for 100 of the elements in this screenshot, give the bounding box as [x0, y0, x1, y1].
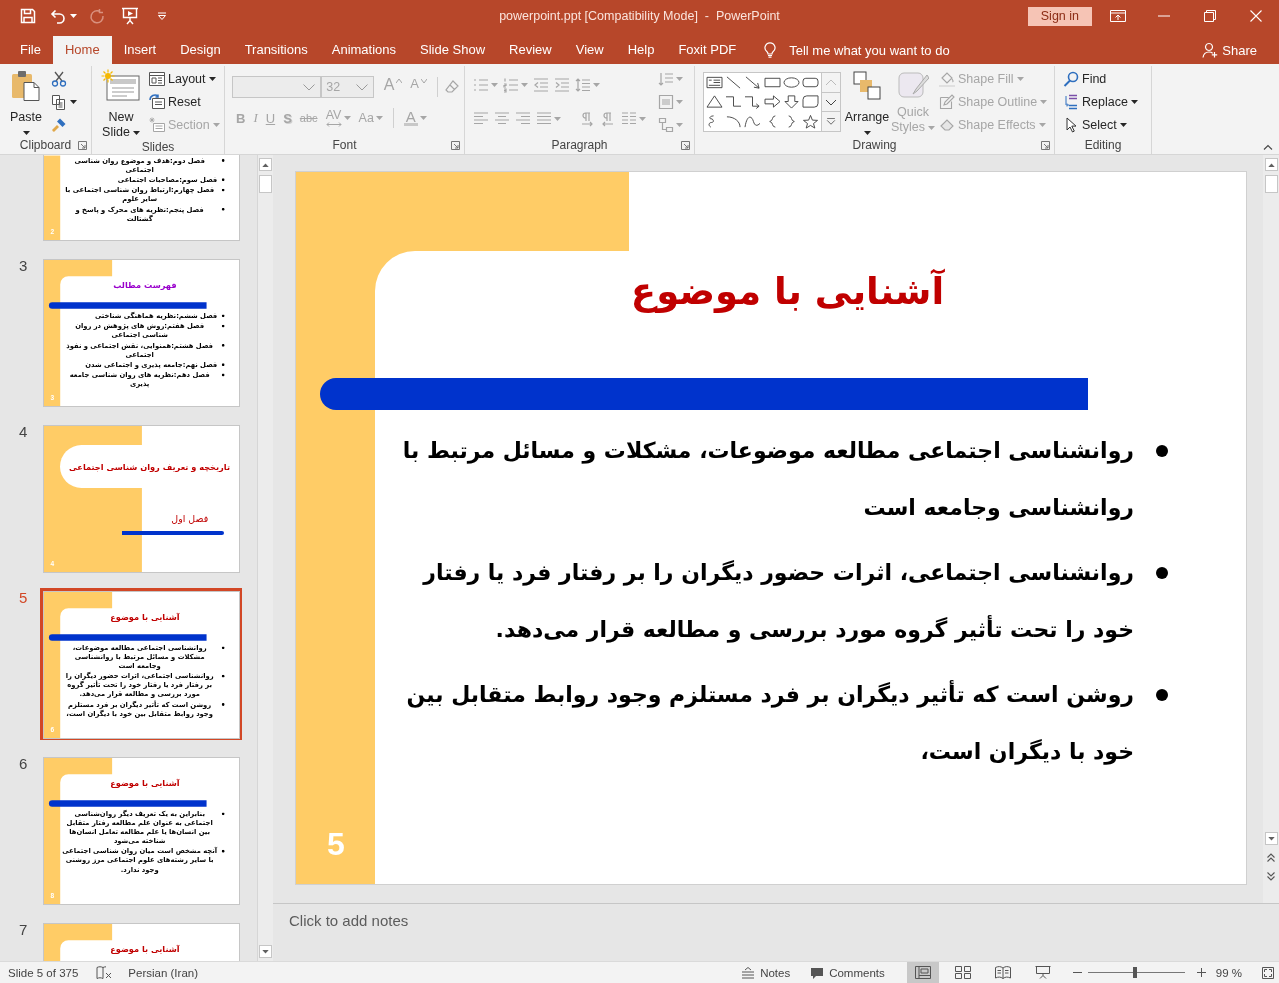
- oval-shape-icon[interactable]: [781, 75, 801, 91]
- caret-icon: [343, 116, 351, 120]
- reset-button[interactable]: Reset: [147, 90, 222, 113]
- copy-icon[interactable]: [51, 93, 67, 110]
- bullet-icon: [221, 314, 225, 318]
- speech-bubble-icon: [810, 966, 825, 979]
- down-arrow-shape-icon[interactable]: [781, 94, 801, 110]
- undo-icon[interactable]: [50, 8, 66, 24]
- ribbon-tab[interactable]: Review: [497, 36, 564, 64]
- caret-icon: [928, 125, 936, 130]
- scroll-up-icon[interactable]: [1267, 162, 1275, 167]
- flowchart-shape-icon[interactable]: [800, 94, 820, 110]
- ribbon-tab[interactable]: Home: [52, 36, 112, 64]
- triangle-shape-icon[interactable]: [705, 94, 725, 110]
- slide-title: تاریخچه و تعریف روان شناسی اجتماعی: [69, 461, 230, 472]
- ribbon-tab[interactable]: File: [8, 36, 53, 64]
- ribbon-tab[interactable]: View: [563, 36, 616, 64]
- zoom-level-button[interactable]: 99 %: [1215, 962, 1242, 983]
- arrow-line-shape-icon[interactable]: [743, 75, 763, 91]
- right-arrow-shape-icon[interactable]: [762, 94, 782, 110]
- proofing-icon[interactable]: [96, 965, 113, 980]
- caret-icon: [491, 83, 498, 87]
- restore-icon[interactable]: [1204, 10, 1216, 22]
- scroll-down-icon[interactable]: [262, 949, 269, 954]
- find-button[interactable]: Find: [1061, 67, 1140, 90]
- collapse-ribbon-icon[interactable]: [1263, 144, 1273, 150]
- caret-icon: [554, 117, 561, 121]
- next-slide-icon[interactable]: [1267, 871, 1275, 881]
- select-button[interactable]: Select: [1061, 113, 1140, 136]
- dialog-launcher-icon[interactable]: [78, 141, 87, 150]
- window-title: powerpoint.ppt [Compatibility Mode] - PowerPoint: [499, 9, 780, 23]
- ribbon-display-icon[interactable]: [1110, 10, 1126, 22]
- slide-number-label: 3: [19, 257, 28, 275]
- notes-button[interactable]: Notes: [741, 962, 791, 983]
- reset-icon: [149, 93, 165, 110]
- paintbrush-icon[interactable]: [51, 116, 67, 133]
- slide-thumbnail[interactable]: [40, 256, 242, 408]
- comments-button[interactable]: Comments: [810, 962, 885, 983]
- bullet-icon: [221, 703, 225, 706]
- scrollbar-thumb[interactable]: [259, 175, 272, 193]
- view-button[interactable]: [906, 962, 939, 983]
- dialog-launcher-icon[interactable]: [681, 141, 690, 150]
- scroll-up-icon[interactable]: [262, 162, 269, 167]
- group-label: Clipboard: [19, 138, 72, 152]
- slide-thumbnail[interactable]: [40, 754, 242, 906]
- ribbon-tab[interactable]: Slide Show: [408, 36, 498, 64]
- group-label: Slides: [141, 140, 175, 154]
- star-shape-icon[interactable]: [800, 113, 820, 129]
- zoom-in-icon[interactable]: [1196, 968, 1206, 977]
- bullet-text: روانشناسی اجتماعی مطالعه موضوعات، مشکلات و مسائل مرتبط با روانشناسی وجامعه است: [401, 437, 1134, 523]
- scroll-down-icon[interactable]: [825, 98, 837, 106]
- caret-icon: [419, 116, 427, 120]
- ribbon-tab[interactable]: Insert: [111, 36, 169, 64]
- scrollbar-thumb[interactable]: [1264, 175, 1278, 193]
- fit-to-window-icon[interactable]: [1262, 966, 1274, 979]
- caret-up-icon: [396, 79, 403, 83]
- share-button[interactable]: Share: [1202, 36, 1257, 64]
- slide-subtitle: فصل اول: [171, 512, 209, 526]
- group-label: Editing: [1084, 138, 1122, 152]
- scrollbar[interactable]: [257, 155, 273, 961]
- language-indicator[interactable]: Persian (Iran): [128, 966, 198, 979]
- scroll-down-icon[interactable]: [1267, 836, 1275, 841]
- customize-caret-icon[interactable]: [157, 12, 167, 20]
- scrollbar[interactable]: [1263, 155, 1279, 903]
- slide-thumbnail[interactable]: آشنایی با موضوع: [40, 920, 242, 961]
- dialog-launcher-icon[interactable]: [451, 141, 460, 150]
- caret-icon: [22, 131, 30, 135]
- elbow-connector-shape-icon[interactable]: [724, 94, 744, 110]
- slide-thumbnail[interactable]: [40, 588, 242, 740]
- arc-shape-icon[interactable]: [724, 113, 744, 129]
- slide-number-label: 4: [19, 423, 28, 441]
- text-box-shape-icon[interactable]: [705, 75, 725, 91]
- new-slide-button[interactable]: New Slide: [98, 67, 144, 140]
- dialog-launcher-icon[interactable]: [1041, 141, 1050, 150]
- quick-styles-icon: [897, 69, 929, 101]
- more-shapes-icon[interactable]: [825, 118, 837, 126]
- ribbon-tab[interactable]: Foxit PDF: [666, 36, 749, 64]
- zoom-slider-thumb[interactable]: [1133, 967, 1138, 978]
- scissors-icon[interactable]: [51, 70, 67, 87]
- replace-button[interactable]: Replace: [1061, 90, 1140, 113]
- layout-button[interactable]: Layout: [147, 67, 222, 90]
- sign-in-button[interactable]: Sign in: [1027, 6, 1092, 26]
- presentation-icon[interactable]: [121, 7, 139, 25]
- paste-button[interactable]: Paste: [6, 67, 46, 138]
- ribbon-tab[interactable]: Animations: [319, 36, 409, 64]
- slide-number-label: 6: [19, 755, 28, 773]
- previous-slide-icon[interactable]: [1267, 852, 1275, 862]
- bullet-icon: [221, 363, 225, 367]
- ribbon-tab[interactable]: Design: [168, 36, 233, 64]
- lightbulb-icon[interactable]: [764, 42, 777, 58]
- bullet-icon: [221, 178, 225, 182]
- ribbon-tab[interactable]: Transitions: [232, 36, 320, 64]
- close-icon[interactable]: [1250, 10, 1262, 22]
- bullet-icon: [221, 849, 225, 853]
- arrange-button[interactable]: Arrange: [845, 67, 889, 138]
- curve-shape-icon[interactable]: [743, 113, 763, 129]
- ribbon-tab[interactable]: Help: [615, 36, 667, 64]
- save-icon[interactable]: [20, 8, 36, 24]
- bullet-icon: [221, 207, 225, 211]
- tell-me-field[interactable]: Tell me what you want to do: [789, 39, 965, 61]
